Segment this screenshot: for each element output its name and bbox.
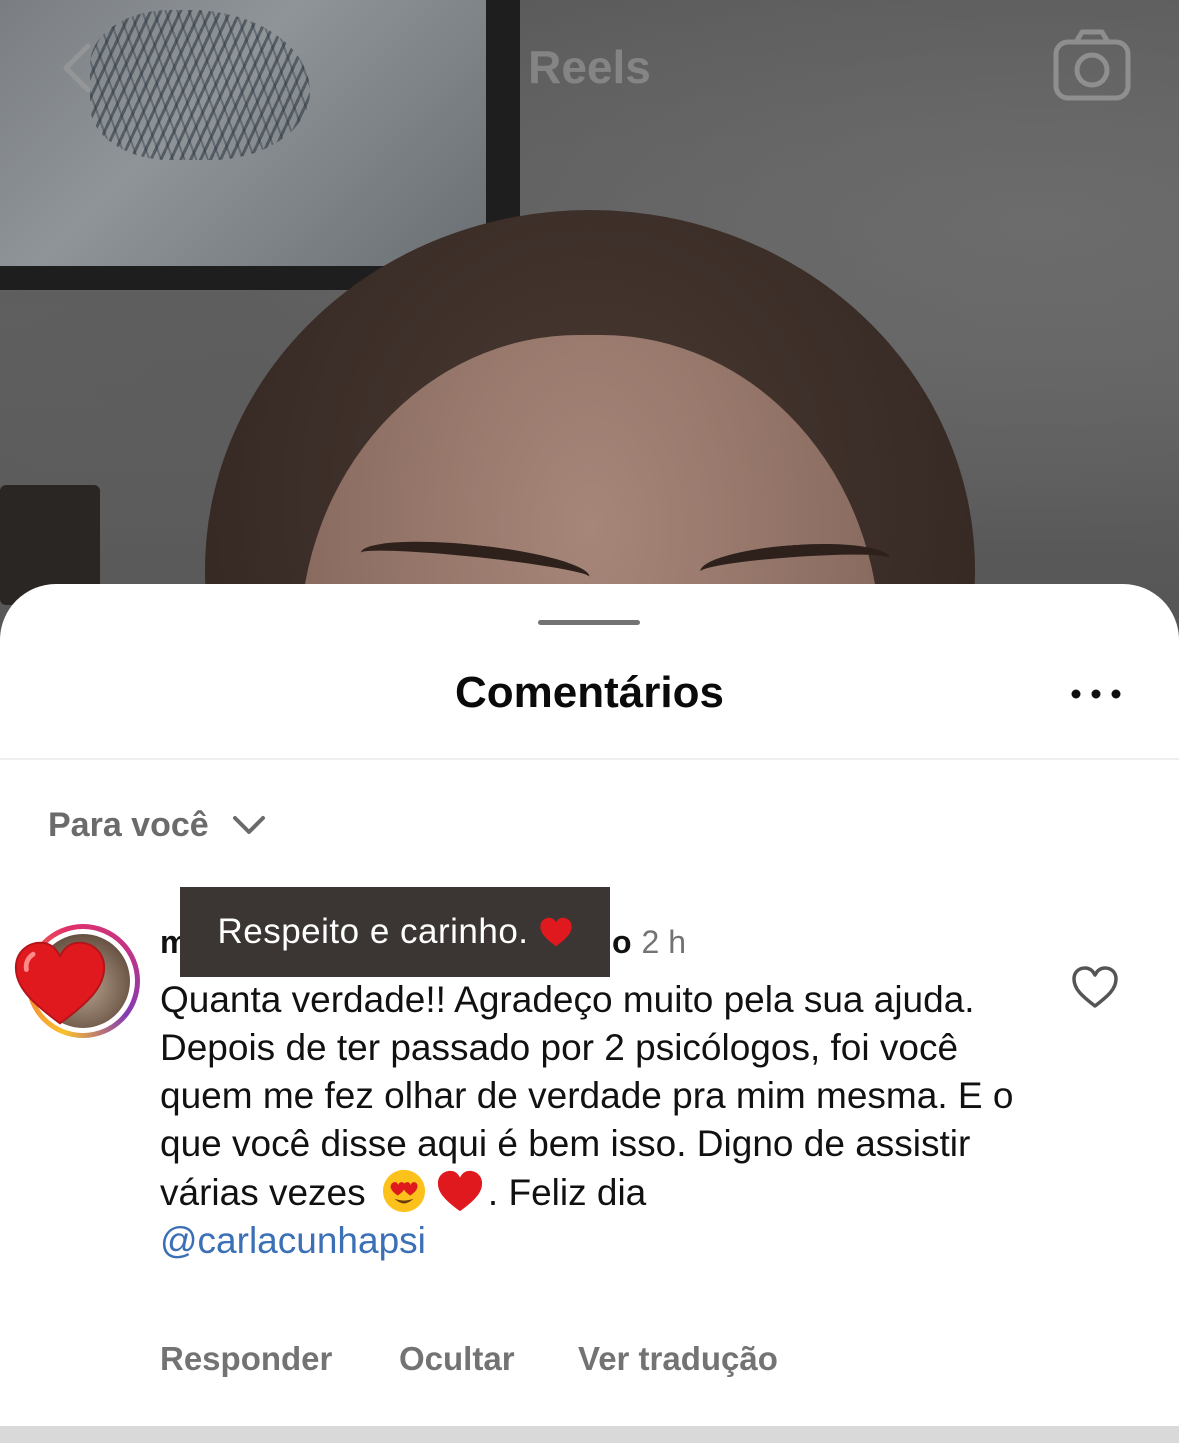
comment-item: m o2 h Respeito e carinho. Quanta verdad… bbox=[0, 887, 1179, 1404]
camera-icon[interactable] bbox=[1052, 28, 1132, 102]
red-heart-emoji-icon bbox=[437, 1170, 483, 1212]
sort-label: Para você bbox=[48, 805, 209, 844]
hide-button[interactable]: Ocultar bbox=[399, 1340, 515, 1378]
red-heart-icon bbox=[539, 917, 572, 947]
bottom-edge-bar bbox=[0, 1426, 1179, 1443]
heart-eyes-emoji-icon bbox=[382, 1169, 426, 1213]
text-sticker-overlay: Respeito e carinho. bbox=[180, 887, 610, 977]
sticker-text: Respeito e carinho. bbox=[217, 912, 529, 951]
top-navigation: Reels bbox=[0, 0, 1179, 140]
comments-sheet: Comentários Para você m o2 h Respeito e … bbox=[0, 584, 1179, 1444]
sort-dropdown[interactable]: Para você bbox=[48, 800, 267, 850]
mention-link[interactable]: @carlacunhapsi bbox=[160, 1220, 426, 1261]
more-horizontal-icon[interactable] bbox=[1068, 686, 1124, 702]
heart-outline-icon[interactable] bbox=[1070, 964, 1120, 1010]
sheet-grabber-handle[interactable] bbox=[538, 620, 640, 625]
username-end[interactable]: o bbox=[612, 924, 632, 960]
reply-button[interactable]: Responder bbox=[160, 1340, 332, 1378]
heart-sticker-icon bbox=[14, 941, 106, 1025]
timestamp: 2 h bbox=[641, 924, 687, 960]
chevron-down-icon bbox=[232, 816, 265, 834]
page-title: Reels bbox=[528, 41, 651, 93]
header-divider bbox=[0, 758, 1179, 760]
see-translation-button[interactable]: Ver tradução bbox=[578, 1340, 778, 1378]
sheet-title: Comentários bbox=[455, 668, 724, 717]
comment-text: Quanta verdade!! Agradeço muito pela sua… bbox=[160, 976, 1020, 1265]
comment-text-end: . Feliz dia bbox=[487, 1172, 647, 1213]
